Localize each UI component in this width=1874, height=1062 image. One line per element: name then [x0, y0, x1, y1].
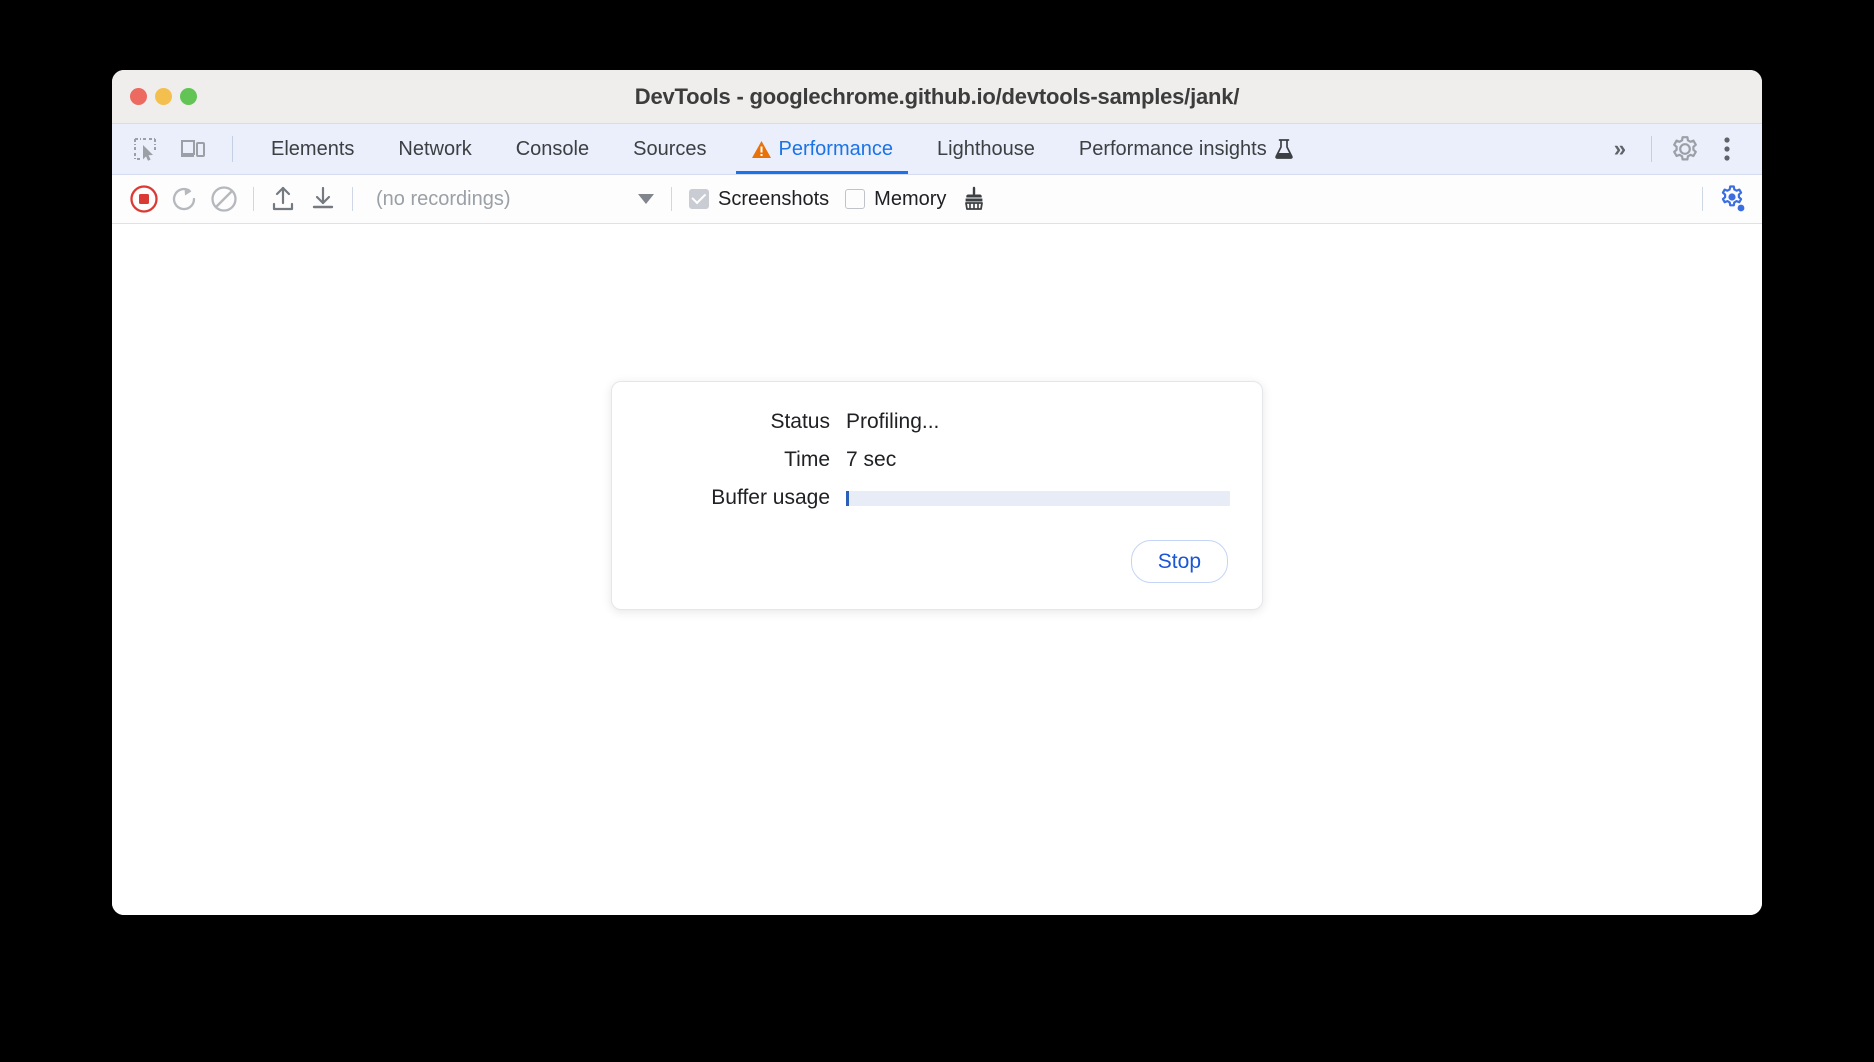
dialog-actions: Stop	[644, 540, 1230, 584]
tab-performance-insights[interactable]: Performance insights	[1057, 124, 1316, 174]
tabbar-left-icons	[112, 124, 243, 174]
tab-label: Performance	[778, 137, 894, 160]
device-toolbar-icon[interactable]	[174, 130, 212, 168]
tabbar-right-icons: »	[1600, 124, 1762, 174]
save-profile-button[interactable]	[303, 179, 343, 219]
capture-settings-gear-icon[interactable]	[1712, 179, 1752, 219]
status-value: Profiling...	[846, 410, 940, 433]
screenshots-checkbox[interactable]: Screenshots	[681, 182, 837, 216]
chevron-down-icon	[638, 194, 654, 204]
checkbox-box	[689, 189, 709, 209]
tab-elements[interactable]: Elements	[249, 124, 376, 174]
tab-console[interactable]: Console	[494, 124, 611, 174]
experiment-flask-icon	[1274, 138, 1294, 160]
toolbar-divider-1	[253, 187, 254, 211]
reload-and-record-button[interactable]	[164, 179, 204, 219]
tab-network[interactable]: Network	[376, 124, 493, 174]
window-traffic-lights	[130, 70, 197, 123]
status-rows: Status Profiling... Time 7 sec Buffer us…	[644, 410, 1230, 510]
tab-label: Elements	[271, 137, 355, 160]
tab-sources[interactable]: Sources	[611, 124, 728, 174]
progress-fill	[846, 490, 849, 506]
toolbar-right-group	[1693, 179, 1752, 219]
performance-panel: Status Profiling... Time 7 sec Buffer us…	[112, 224, 1762, 915]
toolbar-divider-3	[671, 187, 672, 211]
collect-garbage-button[interactable]	[954, 179, 994, 219]
window-title: DevTools - googlechrome.github.io/devtoo…	[634, 83, 1240, 109]
minimize-window-button[interactable]	[155, 88, 172, 105]
toolbar-divider-4	[1702, 187, 1703, 211]
stop-recording-button[interactable]	[124, 179, 164, 219]
recording-status-dialog: Status Profiling... Time 7 sec Buffer us…	[611, 381, 1263, 611]
load-profile-button[interactable]	[263, 179, 303, 219]
stop-button[interactable]: Stop	[1130, 540, 1228, 584]
tab-label: Sources	[633, 137, 707, 160]
recordings-dropdown[interactable]: (no recordings)	[364, 183, 662, 215]
tab-label: Console	[515, 137, 590, 160]
more-tabs-chevron-icon[interactable]: »	[1600, 136, 1637, 162]
tab-label: Network	[398, 137, 472, 160]
window-titlebar: DevTools - googlechrome.github.io/devtoo…	[112, 70, 1762, 124]
devtools-window: DevTools - googlechrome.github.io/devtoo…	[112, 70, 1762, 915]
tab-lighthouse[interactable]: Lighthouse	[915, 124, 1057, 174]
tabbar-divider	[232, 136, 233, 162]
screenshots-checkbox-label: Screenshots	[718, 187, 830, 210]
clear-recording-button[interactable]	[204, 179, 244, 219]
tab-label: Lighthouse	[937, 137, 1035, 160]
warning-triangle-icon	[751, 140, 772, 159]
devtools-tabbar: Elements Network Console Sources Perform…	[112, 124, 1762, 175]
inspect-element-icon[interactable]	[126, 130, 164, 168]
progress-track	[846, 490, 1230, 506]
buffer-usage-label: Buffer usage	[711, 486, 830, 509]
tab-performance[interactable]: Performance	[729, 124, 916, 174]
tab-label: Performance insights	[1078, 137, 1267, 160]
recordings-dropdown-value: (no recordings)	[376, 187, 511, 210]
toolbar-divider-2	[352, 187, 353, 211]
more-options-icon[interactable]	[1708, 130, 1746, 168]
status-label: Status	[770, 410, 830, 433]
settings-gear-icon[interactable]	[1666, 130, 1704, 168]
time-value: 7 sec	[846, 448, 897, 471]
checkbox-box	[845, 189, 866, 209]
buffer-usage-progressbar	[846, 490, 1230, 506]
performance-toolbar: (no recordings) Screenshots Memory	[112, 175, 1762, 224]
memory-checkbox[interactable]: Memory	[837, 182, 954, 216]
screen: DevTools - googlechrome.github.io/devtoo…	[0, 0, 1874, 1062]
tabbar-tabs: Elements Network Console Sources Perform…	[249, 124, 1316, 174]
close-window-button[interactable]	[130, 88, 147, 105]
zoom-window-button[interactable]	[180, 88, 197, 105]
time-label: Time	[784, 448, 830, 471]
tabbar-right-divider	[1651, 136, 1652, 162]
memory-checkbox-label: Memory	[874, 187, 947, 210]
